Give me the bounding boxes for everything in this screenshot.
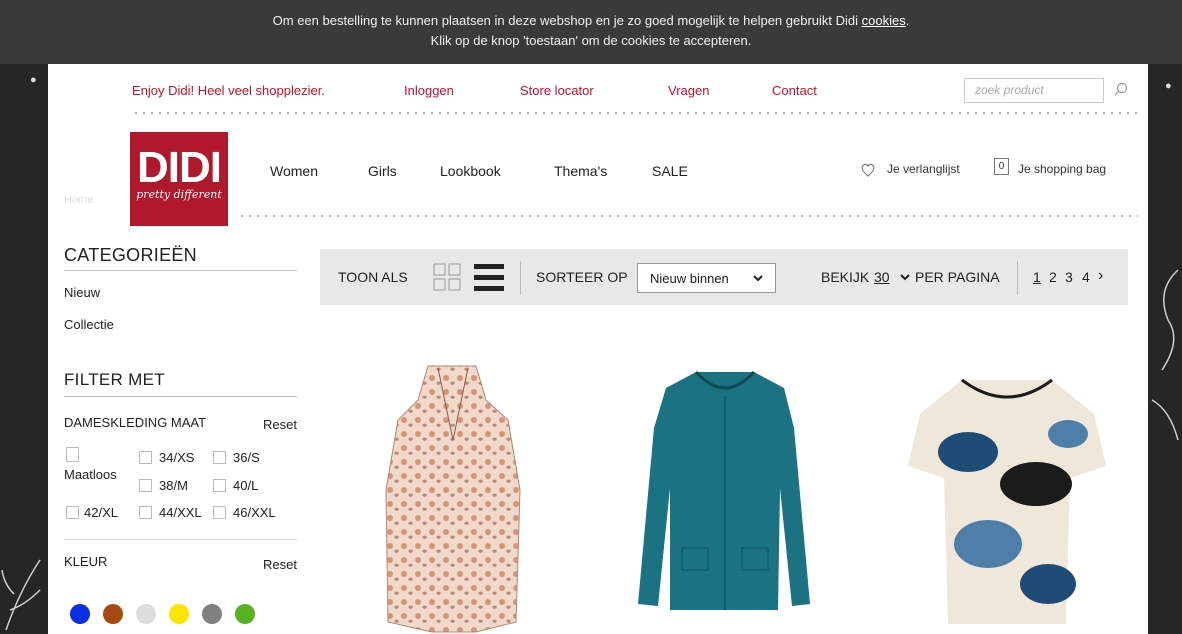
nav-themas[interactable]: Thema's xyxy=(554,163,607,179)
per-page-select[interactable]: 30 xyxy=(874,269,890,285)
product-image xyxy=(385,365,521,633)
per-page-label: PER PAGINA xyxy=(915,269,1000,285)
nav-women[interactable]: Women xyxy=(270,163,318,179)
color-reset-link[interactable]: Reset xyxy=(263,557,297,572)
categories-heading: CATEGORIEËN xyxy=(64,245,197,265)
decor-leaf-icon xyxy=(1,559,41,631)
page-link-2[interactable]: 2 xyxy=(1049,269,1057,285)
product-card[interactable] xyxy=(630,368,820,634)
divider xyxy=(1017,261,1018,295)
next-page-link[interactable]: › xyxy=(1098,267,1103,285)
size-checkbox-46xxl[interactable] xyxy=(213,506,226,519)
filter-heading: FILTER MET xyxy=(64,370,165,389)
size-reset-link[interactable]: Reset xyxy=(263,417,297,432)
shopping-bag-icon[interactable]: 0 xyxy=(994,158,1009,175)
divider xyxy=(64,539,297,540)
size-label-34xs: 34/XS xyxy=(159,450,195,465)
size-checkbox-maatloos[interactable] xyxy=(66,447,79,462)
chevron-down-icon[interactable] xyxy=(900,274,910,281)
grid-view-icon[interactable] xyxy=(433,263,463,293)
size-label-46xxl: 46/XXL xyxy=(233,505,276,520)
logo-text: DIDI xyxy=(137,143,222,192)
cookie-notice-text: Om een bestelling te kunnen plaatsen in … xyxy=(272,13,862,28)
cookie-notice-line2: Klik op de knop 'toestaan' om de cookies… xyxy=(430,33,752,48)
wishlist-link[interactable]: Je verlanglijst xyxy=(887,162,960,176)
size-label-38m: 38/M xyxy=(159,478,188,493)
product-image xyxy=(908,378,1106,624)
show-label: BEKIJK xyxy=(821,269,870,285)
decor-dot-icon: ● xyxy=(1165,80,1172,92)
didi-logo[interactable]: DIDI pretty different xyxy=(130,132,228,226)
size-label-40l: 40/L xyxy=(233,478,259,493)
size-checkbox-40l[interactable] xyxy=(213,479,226,492)
color-swatch[interactable] xyxy=(235,604,255,624)
bag-count: 0 xyxy=(998,161,1005,172)
cookie-notice-end: . xyxy=(905,13,910,28)
cookie-notice-line1: Om een bestelling te kunnen plaatsen in … xyxy=(0,11,1182,31)
webshop-page: Enjoy Didi! Heel veel shopplezier. Inlog… xyxy=(48,64,1148,634)
contact-link[interactable]: Contact xyxy=(772,83,817,98)
size-checkbox-34xs[interactable] xyxy=(139,451,152,464)
size-checkbox-36s[interactable] xyxy=(213,451,226,464)
color-swatch[interactable] xyxy=(70,604,90,624)
view-as-label: TOON ALS xyxy=(338,269,408,285)
nav-sale[interactable]: SALE xyxy=(652,163,688,179)
divider xyxy=(64,396,297,397)
product-card[interactable] xyxy=(358,360,548,634)
questions-link[interactable]: Vragen xyxy=(668,83,709,98)
shopping-bag-link[interactable]: Je shopping bag xyxy=(1018,162,1106,176)
size-checkbox-38m[interactable] xyxy=(139,479,152,492)
page-link-4[interactable]: 4 xyxy=(1082,269,1090,285)
color-swatch[interactable] xyxy=(202,604,222,624)
divider xyxy=(64,270,297,271)
category-collectie[interactable]: Collectie xyxy=(64,317,114,332)
size-label-36s: 36/S xyxy=(233,450,260,465)
top-utility-bar: Enjoy Didi! Heel veel shopplezier. Inlog… xyxy=(48,64,1148,111)
cookies-link[interactable]: cookies xyxy=(862,13,906,28)
category-nieuw[interactable]: Nieuw xyxy=(64,285,100,300)
color-filter-heading: KLEUR xyxy=(64,554,108,569)
breadcrumb-home[interactable]: Home xyxy=(64,194,93,206)
dotted-divider xyxy=(238,215,1138,217)
wishlist-heart-icon[interactable] xyxy=(861,163,875,177)
search-input[interactable]: zoek product xyxy=(964,78,1104,103)
size-checkbox-42xl[interactable] xyxy=(66,506,79,519)
search-icon[interactable] xyxy=(1114,82,1128,96)
size-checkbox-44xxl[interactable] xyxy=(139,506,152,519)
nav-lookbook[interactable]: Lookbook xyxy=(440,163,501,179)
sort-by-label: SORTEER OP xyxy=(536,269,628,285)
size-label-42xl: 42/XL xyxy=(84,505,118,520)
decor-dot-icon: ● xyxy=(30,74,37,86)
divider xyxy=(520,261,521,295)
cookie-notice-bar: Om een bestelling te kunnen plaatsen in … xyxy=(0,0,1182,64)
store-locator-link[interactable]: Store locator xyxy=(520,83,594,98)
color-swatch[interactable] xyxy=(136,604,156,624)
page-link-1[interactable]: 1 xyxy=(1033,269,1041,285)
list-view-icon[interactable] xyxy=(474,263,504,293)
logo-tagline: pretty different xyxy=(136,188,222,201)
chevron-down-icon xyxy=(753,275,763,282)
decor-flower-icon xyxy=(1151,269,1179,441)
nav-girls[interactable]: Girls xyxy=(368,163,397,179)
product-image xyxy=(638,370,810,610)
login-link[interactable]: Inloggen xyxy=(404,83,454,98)
size-filter-heading: DAMESKLEDING MAAT xyxy=(64,415,207,430)
color-swatch[interactable] xyxy=(103,604,123,624)
tagline-link[interactable]: Enjoy Didi! Heel veel shopplezier. xyxy=(132,83,325,98)
dotted-divider xyxy=(132,112,1138,114)
size-label-44xxl: 44/XXL xyxy=(159,505,202,520)
page-link-3[interactable]: 3 xyxy=(1065,269,1073,285)
size-label-maatloos: Maatloos xyxy=(64,467,117,482)
sort-select[interactable]: Nieuw binnen xyxy=(637,263,776,293)
listing-toolbar: TOON ALS SORTEER OP Nieuw binnen BEKIJK … xyxy=(320,249,1128,305)
color-swatch[interactable] xyxy=(169,604,189,624)
sort-select-value: Nieuw binnen xyxy=(650,271,729,286)
product-card[interactable] xyxy=(908,374,1106,634)
